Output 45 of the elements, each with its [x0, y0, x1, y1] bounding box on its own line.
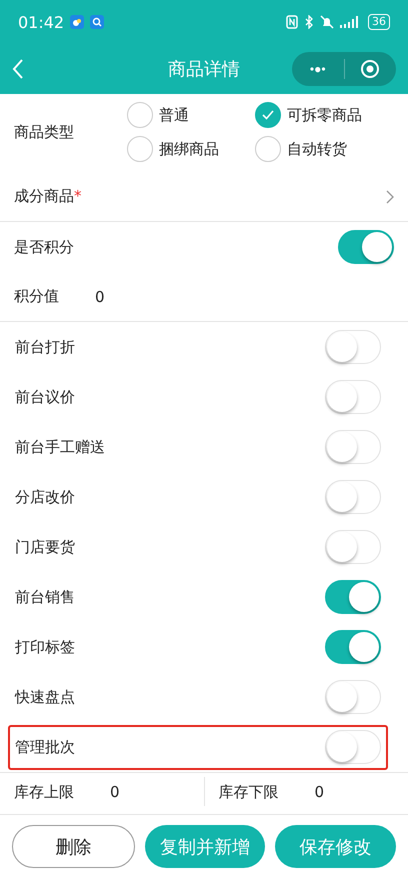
- field-label: 库存上限: [14, 783, 74, 802]
- toggle-switch[interactable]: [325, 630, 381, 664]
- search-icon: [90, 15, 104, 29]
- radio-button[interactable]: [255, 102, 281, 128]
- field-value: 0: [110, 783, 120, 801]
- radio-label: 自动转货: [287, 140, 347, 158]
- field-label: 分店改价: [15, 488, 75, 506]
- field-label: 前台打折: [15, 338, 75, 356]
- action-button[interactable]: 保存修改: [275, 825, 396, 868]
- field-label: 库存下限: [218, 783, 278, 802]
- toggle-switch[interactable]: [325, 580, 381, 614]
- field-label: 积分值: [14, 287, 59, 306]
- field-label: 快速盘点: [15, 688, 75, 706]
- check-icon: [262, 110, 274, 120]
- radio-button[interactable]: [127, 136, 153, 162]
- more-button[interactable]: •●•: [292, 52, 344, 86]
- field-label: 打印标签: [15, 638, 75, 656]
- field-label: 是否积分: [14, 238, 74, 256]
- close-target-icon[interactable]: [360, 59, 380, 79]
- nfc-icon: [286, 15, 298, 29]
- page-title: 商品详情: [168, 58, 240, 81]
- field-label: 成分商品*: [14, 187, 82, 206]
- field-label: 门店要货: [15, 538, 75, 556]
- radio-button[interactable]: [127, 102, 153, 128]
- weather-icon: [70, 15, 84, 29]
- radio-label: 捆绑商品: [159, 140, 219, 158]
- field-value: 0: [314, 783, 324, 801]
- toggle-switch[interactable]: [338, 230, 394, 264]
- radio-label: 普通: [159, 106, 189, 124]
- radio-label: 可拆零商品: [287, 106, 362, 124]
- field-label: 管理批次: [15, 738, 75, 756]
- field-value: 0: [95, 288, 105, 306]
- status-time: 01:42: [18, 12, 64, 32]
- field-label: 前台议价: [15, 388, 75, 406]
- radio-button[interactable]: [255, 136, 281, 162]
- battery-level: 36: [368, 14, 390, 30]
- bell-muted-icon: [320, 15, 334, 29]
- chevron-right-icon[interactable]: [386, 190, 394, 204]
- field-label: 商品类型: [14, 122, 75, 142]
- field-label: 前台销售: [15, 588, 75, 606]
- bluetooth-icon: [304, 15, 314, 29]
- action-button[interactable]: 复制并新增: [144, 825, 266, 868]
- action-button[interactable]: 删除: [12, 825, 135, 868]
- field-label: 前台手工赠送: [15, 438, 105, 456]
- back-icon[interactable]: [12, 59, 24, 79]
